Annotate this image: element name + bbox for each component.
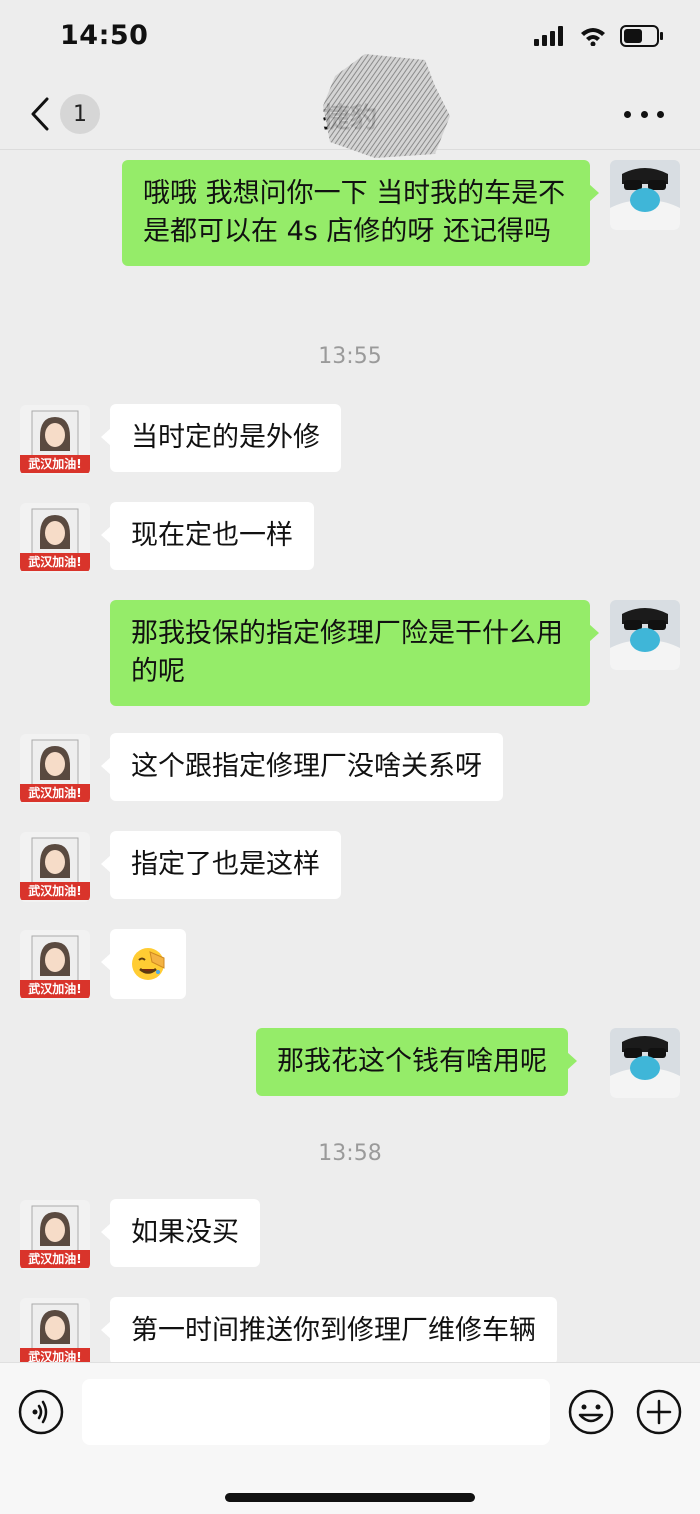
message-bubble-out[interactable]: 哦哦 我想问你一下 当时我的车是不是都可以在 4s 店修的呀 还记得吗 bbox=[122, 160, 599, 266]
avatar-badge-text: 武汉加油! bbox=[28, 786, 82, 800]
avatar-photo bbox=[610, 160, 680, 230]
redaction-scribble bbox=[323, 54, 450, 158]
contact-avatar[interactable]: 武汉加油! bbox=[20, 405, 90, 475]
avatar-badge-text: 武汉加油! bbox=[28, 884, 82, 898]
message-bubble-out[interactable]: 那我投保的指定修理厂险是干什么用的呢 bbox=[110, 600, 599, 706]
status-icons bbox=[534, 25, 664, 47]
avatar-badge-text: 武汉加油! bbox=[28, 982, 82, 996]
timestamp: 13:55 bbox=[318, 344, 382, 369]
my-avatar[interactable] bbox=[610, 160, 680, 230]
message-bubble-in[interactable]: 第一时间推送你到修理厂维修车辆 bbox=[101, 1297, 557, 1362]
message-bubble-in[interactable]: 当时定的是外修 bbox=[101, 404, 341, 472]
contact-avatar[interactable]: 武汉加油! bbox=[20, 930, 90, 1000]
contact-avatar[interactable]: 武汉加油! bbox=[20, 1200, 90, 1270]
message-bubble-in[interactable]: 现在定也一样 bbox=[101, 502, 314, 570]
avatar-badge-text: 武汉加油! bbox=[28, 555, 82, 569]
more-icon-dot bbox=[640, 110, 648, 118]
message-bubble-in[interactable]: 指定了也是这样 bbox=[101, 831, 341, 899]
my-avatar[interactable] bbox=[610, 1028, 680, 1098]
contact-avatar[interactable]: 武汉加油! bbox=[20, 734, 90, 804]
facepalm-emoji-icon bbox=[132, 948, 165, 980]
status-time: 14:50 bbox=[60, 20, 149, 51]
plus-icon[interactable] bbox=[636, 1389, 682, 1435]
avatar-badge-text: 武汉加油! bbox=[28, 1350, 82, 1362]
my-avatar[interactable] bbox=[610, 600, 680, 670]
message-bubble-in[interactable]: 如果没买 bbox=[101, 1199, 260, 1267]
more-button[interactable] bbox=[624, 98, 664, 130]
smiley-icon[interactable] bbox=[568, 1389, 614, 1435]
avatar-badge-text: 武汉加油! bbox=[28, 457, 82, 471]
avatar-badge-text: 武汉加油! bbox=[28, 1252, 82, 1266]
more-icon-dot bbox=[624, 110, 631, 118]
message-list[interactable]: 哦哦 我想问你一下 当时我的车是不是都可以在 4s 店修的呀 还记得吗 13:5… bbox=[0, 151, 700, 1362]
battery-icon bbox=[620, 25, 663, 47]
home-indicator[interactable] bbox=[225, 1493, 475, 1502]
contact-avatar[interactable]: 武汉加油! bbox=[20, 503, 90, 573]
message-bubble-in[interactable] bbox=[101, 929, 186, 999]
message-bubble-in[interactable]: 这个跟指定修理厂没啥关系呀 bbox=[101, 733, 503, 801]
contact-avatar[interactable]: 武汉加油! bbox=[20, 1298, 90, 1362]
avatar-photo bbox=[610, 1028, 680, 1098]
message-bubble-out[interactable]: 那我花这个钱有啥用呢 bbox=[256, 1028, 577, 1096]
timestamp: 13:58 bbox=[318, 1141, 382, 1166]
signal-icon bbox=[534, 26, 563, 46]
message-input[interactable] bbox=[82, 1379, 550, 1445]
voice-icon[interactable] bbox=[18, 1389, 64, 1435]
contact-avatar[interactable]: 武汉加油! bbox=[20, 832, 90, 902]
more-icon-dot bbox=[657, 110, 664, 118]
avatar-photo bbox=[610, 600, 680, 670]
input-bar bbox=[0, 1362, 700, 1514]
wifi-icon bbox=[581, 28, 605, 46]
chat-screen: 14:50 1 哦哦 我想问你一下 当时我的车是不是都可以在 4s 店修的呀 还… bbox=[0, 0, 700, 1514]
